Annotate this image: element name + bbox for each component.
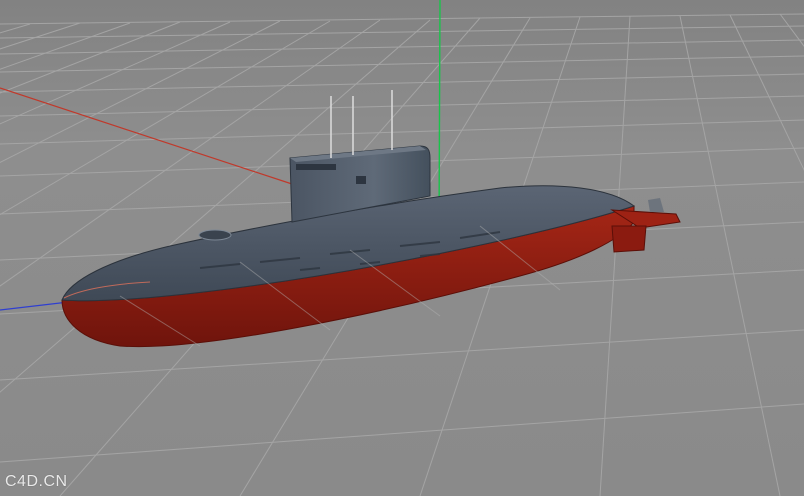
periscope-masts [330,90,393,158]
submarine-model[interactable] [61,90,681,348]
tail-rudder [611,225,647,253]
deck-hatch [198,229,232,241]
x-axis-line [0,87,293,185]
3d-viewport[interactable]: C4D.CN [0,0,804,496]
watermark-text: C4D.CN [5,473,68,490]
viewport-canvas[interactable] [0,0,804,496]
